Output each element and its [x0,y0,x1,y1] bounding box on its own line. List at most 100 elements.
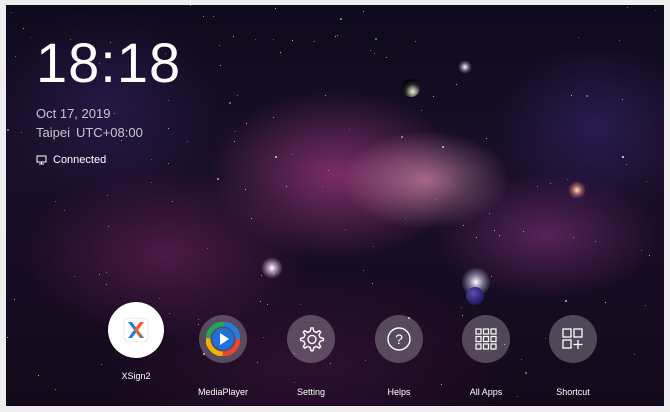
app-label: XSign2 [121,371,151,381]
timezone-offset: UTC+08:00 [75,125,143,140]
star [267,304,268,305]
play-icon [206,322,240,356]
app-icon-button[interactable] [287,315,335,363]
star [421,110,422,111]
star [373,246,374,247]
star [229,102,231,104]
star [486,138,487,139]
star [245,189,246,190]
app-icon-button[interactable] [108,302,164,358]
star [489,213,490,214]
app-label: Helps [387,387,411,397]
app-label: All Apps [469,387,503,397]
star [646,181,647,182]
app-mediaplayer[interactable]: MediaPlayer [183,315,263,397]
app-icon-button[interactable] [462,315,510,363]
gear-icon [299,327,325,352]
star [233,36,234,37]
home-screen: 18:18 Oct 17, 2019 Taipei UTC+08:00 Conne… [0,0,670,412]
star [622,156,624,158]
star [292,154,293,155]
star [263,337,264,338]
star [203,16,204,17]
star [260,301,261,302]
add-shortcut-icon [562,328,583,349]
star [246,123,247,124]
star [235,131,236,132]
star [435,199,436,200]
svg-text:?: ? [395,331,403,347]
star [537,186,538,187]
star [168,100,169,101]
star [523,231,524,232]
star [64,210,65,211]
star [634,354,635,355]
star [261,275,262,276]
app-label: Setting [296,387,326,397]
star [168,163,169,164]
star [106,272,107,273]
app-icon-button[interactable] [199,315,247,363]
help-icon: ? [387,327,411,351]
star [322,186,323,187]
star [565,300,567,302]
star [300,304,301,305]
star [273,117,274,118]
star [314,41,315,42]
star [340,18,342,20]
app-shortcut[interactable]: Shortcut [533,315,613,397]
star [207,248,208,249]
star [15,56,16,57]
star [415,41,416,42]
star [159,298,160,299]
app-helps[interactable]: ? Helps [359,315,439,397]
app-setting[interactable]: Setting [271,315,351,397]
app-icon-button[interactable]: ? [375,315,423,363]
star [461,307,462,308]
star [586,95,588,97]
clock-time: 18:18 [36,31,182,94]
network-status-label: Connected [53,154,107,166]
star [494,230,495,231]
star [7,337,8,338]
app-xsign2[interactable]: XSign2 [96,302,176,381]
star [550,183,551,184]
star [372,283,373,284]
star [595,241,596,242]
star [386,57,387,58]
star [345,229,346,230]
star [55,201,56,202]
star [187,141,188,142]
star [251,218,252,219]
star [275,8,276,9]
star [107,195,108,196]
network-status: Connected [36,154,106,166]
star [349,129,350,130]
star [275,156,277,158]
xsign-icon [117,311,155,349]
star [14,299,15,300]
star [255,39,256,40]
star [234,141,235,142]
star [74,276,75,277]
timezone: Taipei UTC+08:00 [36,125,149,140]
star [328,170,329,171]
star [114,113,115,114]
grid-icon [475,328,497,350]
wallpaper-glow [261,257,283,279]
app-all-apps[interactable]: All Apps [446,315,526,397]
star [38,375,39,376]
star [213,16,214,17]
star [30,37,31,38]
star [325,95,326,96]
app-icon-button[interactable] [549,315,597,363]
star [370,50,371,51]
star [337,35,338,36]
star [190,5,191,6]
star [217,178,219,180]
star [641,250,642,251]
wallpaper-glow [458,60,472,74]
app-label: MediaPlayer [197,387,249,397]
star [442,146,444,148]
star [273,39,274,40]
